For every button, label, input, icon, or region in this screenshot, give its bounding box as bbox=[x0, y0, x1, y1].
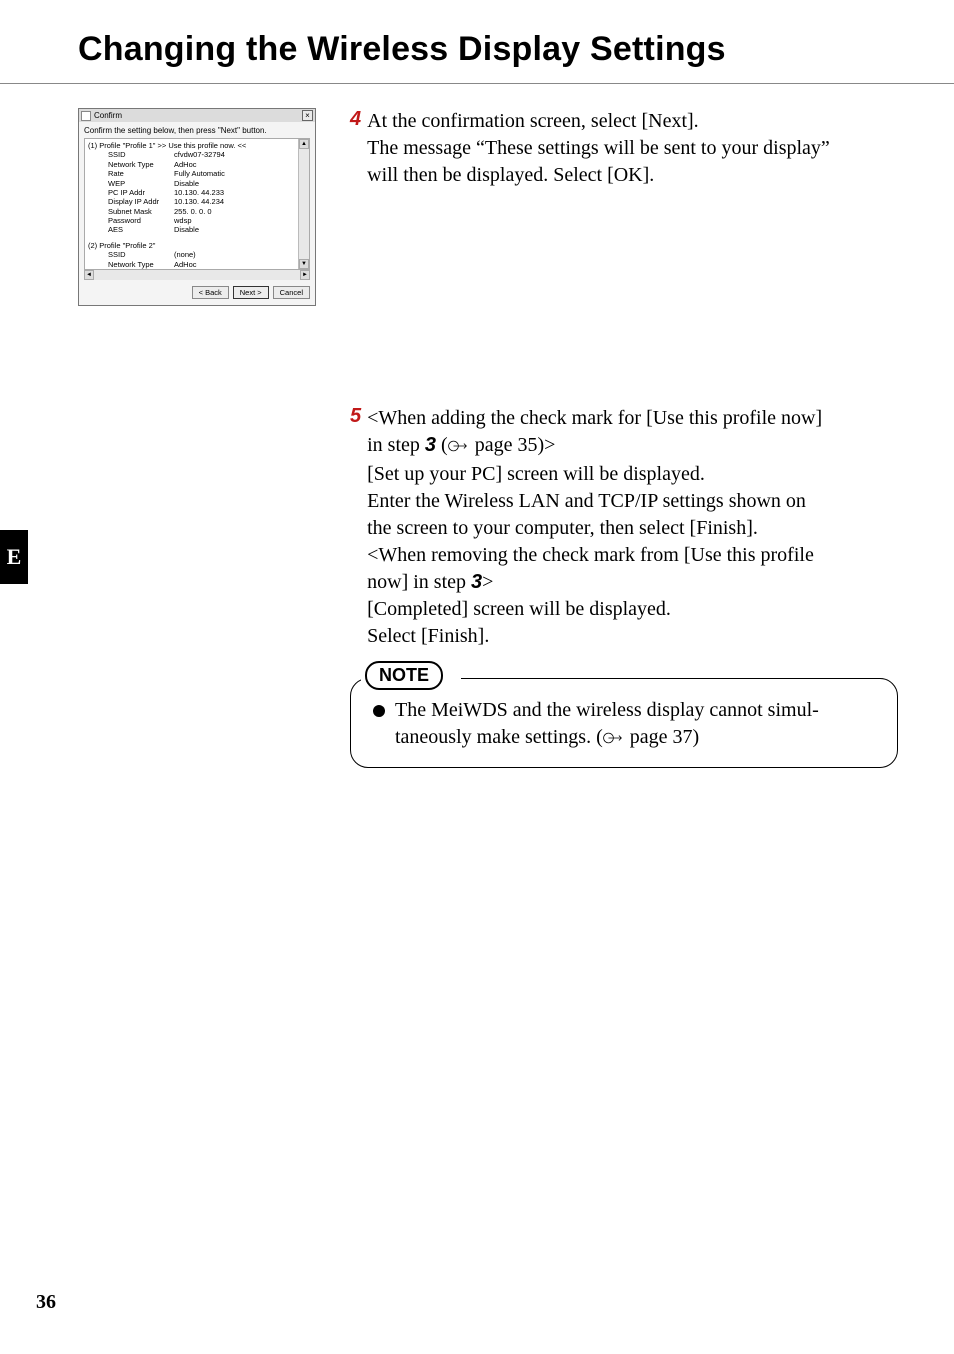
dialog-title-wrap: Confirm bbox=[81, 111, 122, 121]
note-line1: The MeiWDS and the wireless display cann… bbox=[395, 697, 819, 724]
profile2-header: (2) Profile "Profile 2" bbox=[88, 241, 295, 250]
step5-line4: the screen to your computer, then select… bbox=[367, 515, 822, 542]
dialog-inner: Confirm the setting below, then press "N… bbox=[79, 122, 315, 305]
scroll-up-icon[interactable]: ▲ bbox=[299, 139, 309, 149]
p1-pcip: PC IP Addr10.130. 44.233 bbox=[88, 188, 295, 197]
scroll-left-icon[interactable]: ◄ bbox=[84, 270, 94, 280]
p2-ntype: Network TypeAdHoc bbox=[88, 260, 295, 269]
note-box: NOTE The MeiWDS and the wireless display… bbox=[350, 678, 898, 768]
step4-number: 4 bbox=[350, 108, 361, 130]
row-step4: Confirm × Confirm the setting below, the… bbox=[78, 108, 898, 768]
close-button[interactable]: × bbox=[302, 110, 313, 121]
bullet-icon bbox=[373, 705, 385, 717]
p1-pw: Passwordwdsp bbox=[88, 216, 295, 225]
step4-line3: will then be displayed. Select [OK]. bbox=[367, 162, 830, 189]
pointer-hand-icon bbox=[448, 434, 470, 461]
page-number: 36 bbox=[36, 1291, 56, 1314]
p1-ssid: SSIDcfvdw07-32794 bbox=[88, 150, 295, 159]
step5: 5 <When adding the check mark for [Use t… bbox=[350, 405, 898, 650]
step5-line2: [Set up your PC] screen will be displaye… bbox=[367, 461, 822, 488]
step5-ref-3a: 3 bbox=[425, 434, 436, 456]
dialog-app-icon bbox=[81, 111, 91, 121]
dialog-vscrollbar[interactable]: ▲ ▼ bbox=[298, 139, 309, 269]
note-text: The MeiWDS and the wireless display cann… bbox=[395, 697, 819, 753]
profile1-header: (1) Profile "Profile 1" >> Use this prof… bbox=[88, 141, 295, 150]
step4-text: At the confirmation screen, select [Next… bbox=[367, 108, 830, 189]
scroll-down-icon[interactable]: ▼ bbox=[299, 259, 309, 269]
confirm-dialog: Confirm × Confirm the setting below, the… bbox=[78, 108, 316, 306]
p1-aes: AESDisable bbox=[88, 225, 295, 234]
step5-line5a: <When removing the check mark from [Use … bbox=[367, 542, 822, 569]
dialog-list[interactable]: (1) Profile "Profile 1" >> Use this prof… bbox=[85, 139, 298, 269]
dialog-list-wrap: (1) Profile "Profile 1" >> Use this prof… bbox=[84, 138, 310, 270]
left-col: Confirm × Confirm the setting below, the… bbox=[78, 108, 338, 306]
dialog-buttons: < Back Next > Cancel bbox=[84, 280, 310, 299]
right-col: 4 At the confirmation screen, select [Ne… bbox=[338, 108, 898, 768]
pointer-hand-icon bbox=[603, 726, 625, 753]
p1-ntype: Network TypeAdHoc bbox=[88, 160, 295, 169]
step5-line1b: in step 3 ( page 35)> bbox=[367, 432, 822, 461]
cancel-button[interactable]: Cancel bbox=[273, 286, 310, 299]
note-wrap: NOTE The MeiWDS and the wireless display… bbox=[350, 678, 898, 768]
body: Confirm × Confirm the setting below, the… bbox=[0, 84, 954, 768]
p1-wep: WEPDisable bbox=[88, 179, 295, 188]
p2-ssid: SSID(none) bbox=[88, 250, 295, 259]
dialog-title: Confirm bbox=[94, 111, 122, 120]
title-wrap: Changing the Wireless Display Settings bbox=[0, 0, 954, 75]
next-button[interactable]: Next > bbox=[233, 286, 269, 299]
p1-mask: Subnet Mask255. 0. 0. 0 bbox=[88, 207, 295, 216]
p1-dip: Display IP Addr10.130. 44.234 bbox=[88, 197, 295, 206]
page: Changing the Wireless Display Settings E… bbox=[0, 0, 954, 1354]
step5-line1a: <When adding the check mark for [Use thi… bbox=[367, 405, 822, 432]
back-button[interactable]: < Back bbox=[192, 286, 229, 299]
dialog-titlebar: Confirm × bbox=[79, 109, 315, 122]
step4: 4 At the confirmation screen, select [Ne… bbox=[350, 108, 898, 189]
p1-rate: RateFully Automatic bbox=[88, 169, 295, 178]
dialog-hscrollbar[interactable]: ◄ ► bbox=[84, 269, 310, 280]
dialog-hint: Confirm the setting below, then press "N… bbox=[84, 126, 310, 135]
page-title: Changing the Wireless Display Settings bbox=[78, 30, 954, 69]
scroll-right-icon[interactable]: ► bbox=[300, 270, 310, 280]
step5-text: <When adding the check mark for [Use thi… bbox=[367, 405, 822, 650]
step5-number: 5 bbox=[350, 405, 361, 427]
step4-line2: The message “These settings will be sent… bbox=[367, 135, 830, 162]
note-line2: taneously make settings. ( page 37) bbox=[395, 724, 819, 753]
step5-ref-3b: 3 bbox=[471, 571, 482, 593]
step5-line5b: now] in step 3> bbox=[367, 569, 822, 596]
step5-line3: Enter the Wireless LAN and TCP/IP settin… bbox=[367, 488, 822, 515]
note-label: NOTE bbox=[365, 661, 443, 690]
step5-line6: [Completed] screen will be displayed. bbox=[367, 596, 822, 623]
close-icon: × bbox=[305, 112, 310, 120]
note-row: The MeiWDS and the wireless display cann… bbox=[373, 697, 879, 753]
step5-line7: Select [Finish]. bbox=[367, 623, 822, 650]
step4-line1: At the confirmation screen, select [Next… bbox=[367, 108, 830, 135]
